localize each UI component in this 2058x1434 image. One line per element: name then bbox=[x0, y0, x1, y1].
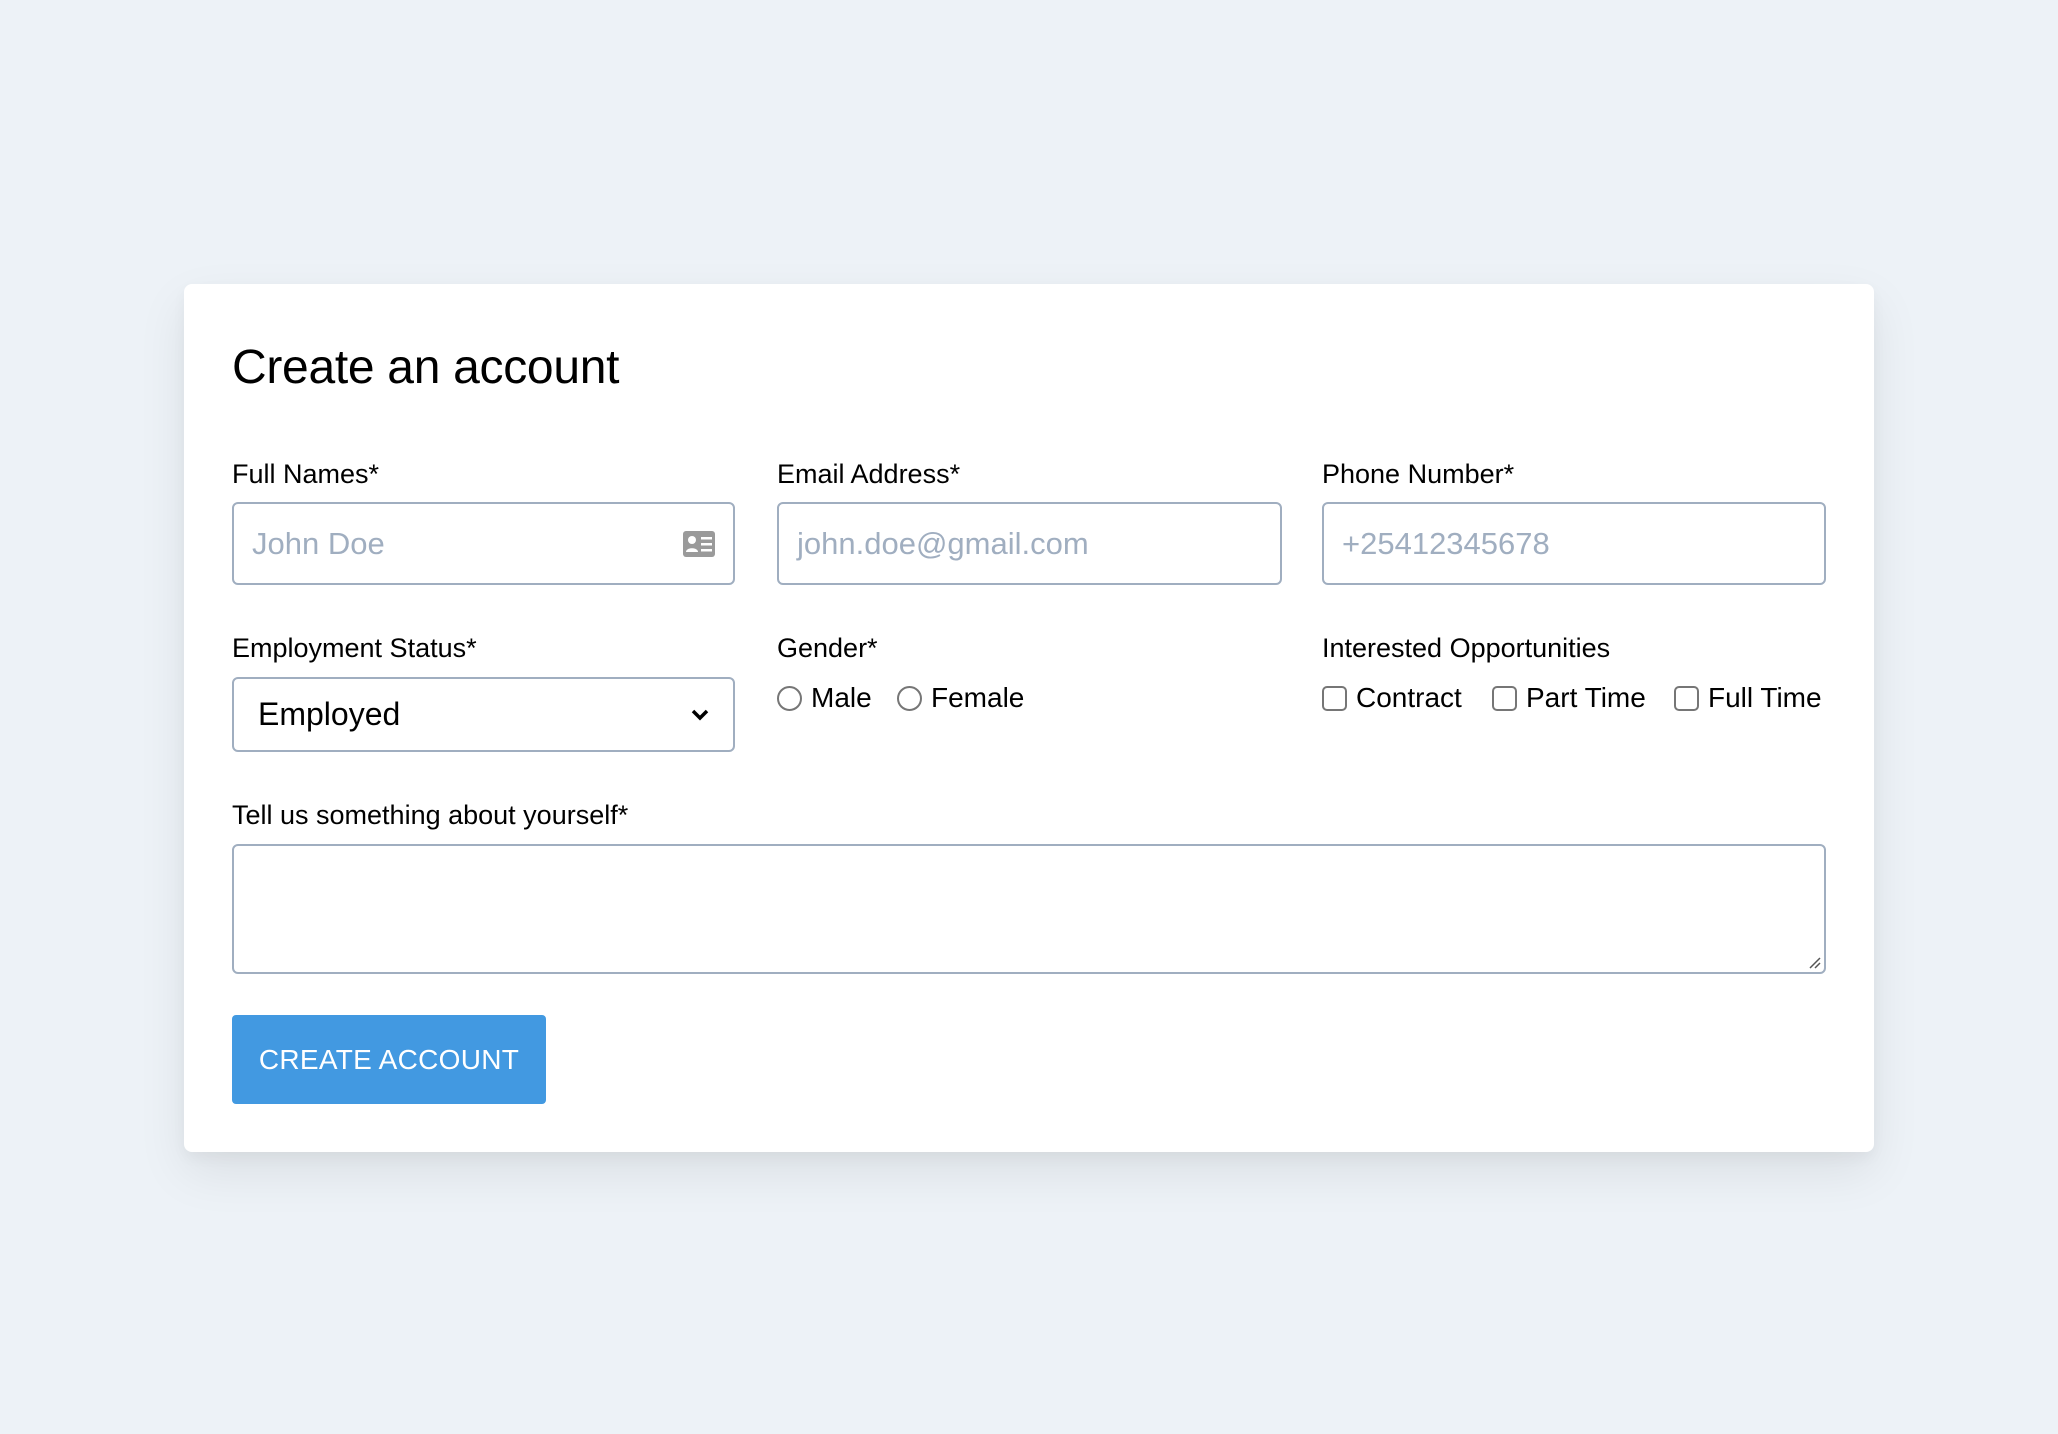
full-time-label: Full Time bbox=[1708, 682, 1822, 714]
checkbox-contract[interactable] bbox=[1322, 686, 1347, 711]
about-label: Tell us something about yourself* bbox=[232, 799, 628, 831]
full-name-placeholder: John Doe bbox=[252, 526, 385, 562]
contact-card-icon bbox=[683, 531, 715, 557]
radio-male[interactable] bbox=[777, 686, 802, 711]
full-name-label: Full Names* bbox=[232, 458, 379, 490]
full-name-input[interactable]: John Doe bbox=[232, 502, 735, 585]
phone-input[interactable]: +25412345678 bbox=[1322, 502, 1826, 585]
opportunity-full-time[interactable]: Full Time bbox=[1674, 682, 1822, 714]
gender-label: Gender* bbox=[777, 632, 878, 664]
create-account-button[interactable]: CREATE ACCOUNT bbox=[232, 1015, 546, 1104]
chevron-down-icon bbox=[691, 709, 709, 721]
gender-female[interactable]: Female bbox=[897, 682, 1024, 714]
page-title: Create an account bbox=[232, 340, 619, 395]
email-placeholder: john.doe@gmail.com bbox=[797, 526, 1089, 562]
resize-handle-icon[interactable] bbox=[1807, 955, 1821, 969]
employment-label: Employment Status* bbox=[232, 632, 477, 664]
email-label: Email Address* bbox=[777, 458, 960, 490]
checkbox-part-time[interactable] bbox=[1492, 686, 1517, 711]
phone-label: Phone Number* bbox=[1322, 458, 1514, 490]
about-textarea[interactable] bbox=[232, 844, 1826, 974]
part-time-label: Part Time bbox=[1526, 682, 1646, 714]
checkbox-full-time[interactable] bbox=[1674, 686, 1699, 711]
opportunities-label: Interested Opportunities bbox=[1322, 632, 1610, 664]
signup-card: Create an account Full Names* John Doe E… bbox=[184, 284, 1874, 1152]
male-label: Male bbox=[811, 682, 872, 714]
employment-value: Employed bbox=[258, 696, 400, 733]
opportunity-contract[interactable]: Contract bbox=[1322, 682, 1462, 714]
contract-label: Contract bbox=[1356, 682, 1462, 714]
female-label: Female bbox=[931, 682, 1024, 714]
radio-female[interactable] bbox=[897, 686, 922, 711]
employment-select[interactable]: Employed bbox=[232, 677, 735, 752]
email-input[interactable]: john.doe@gmail.com bbox=[777, 502, 1282, 585]
gender-male[interactable]: Male bbox=[777, 682, 872, 714]
phone-placeholder: +25412345678 bbox=[1342, 526, 1550, 562]
opportunity-part-time[interactable]: Part Time bbox=[1492, 682, 1646, 714]
